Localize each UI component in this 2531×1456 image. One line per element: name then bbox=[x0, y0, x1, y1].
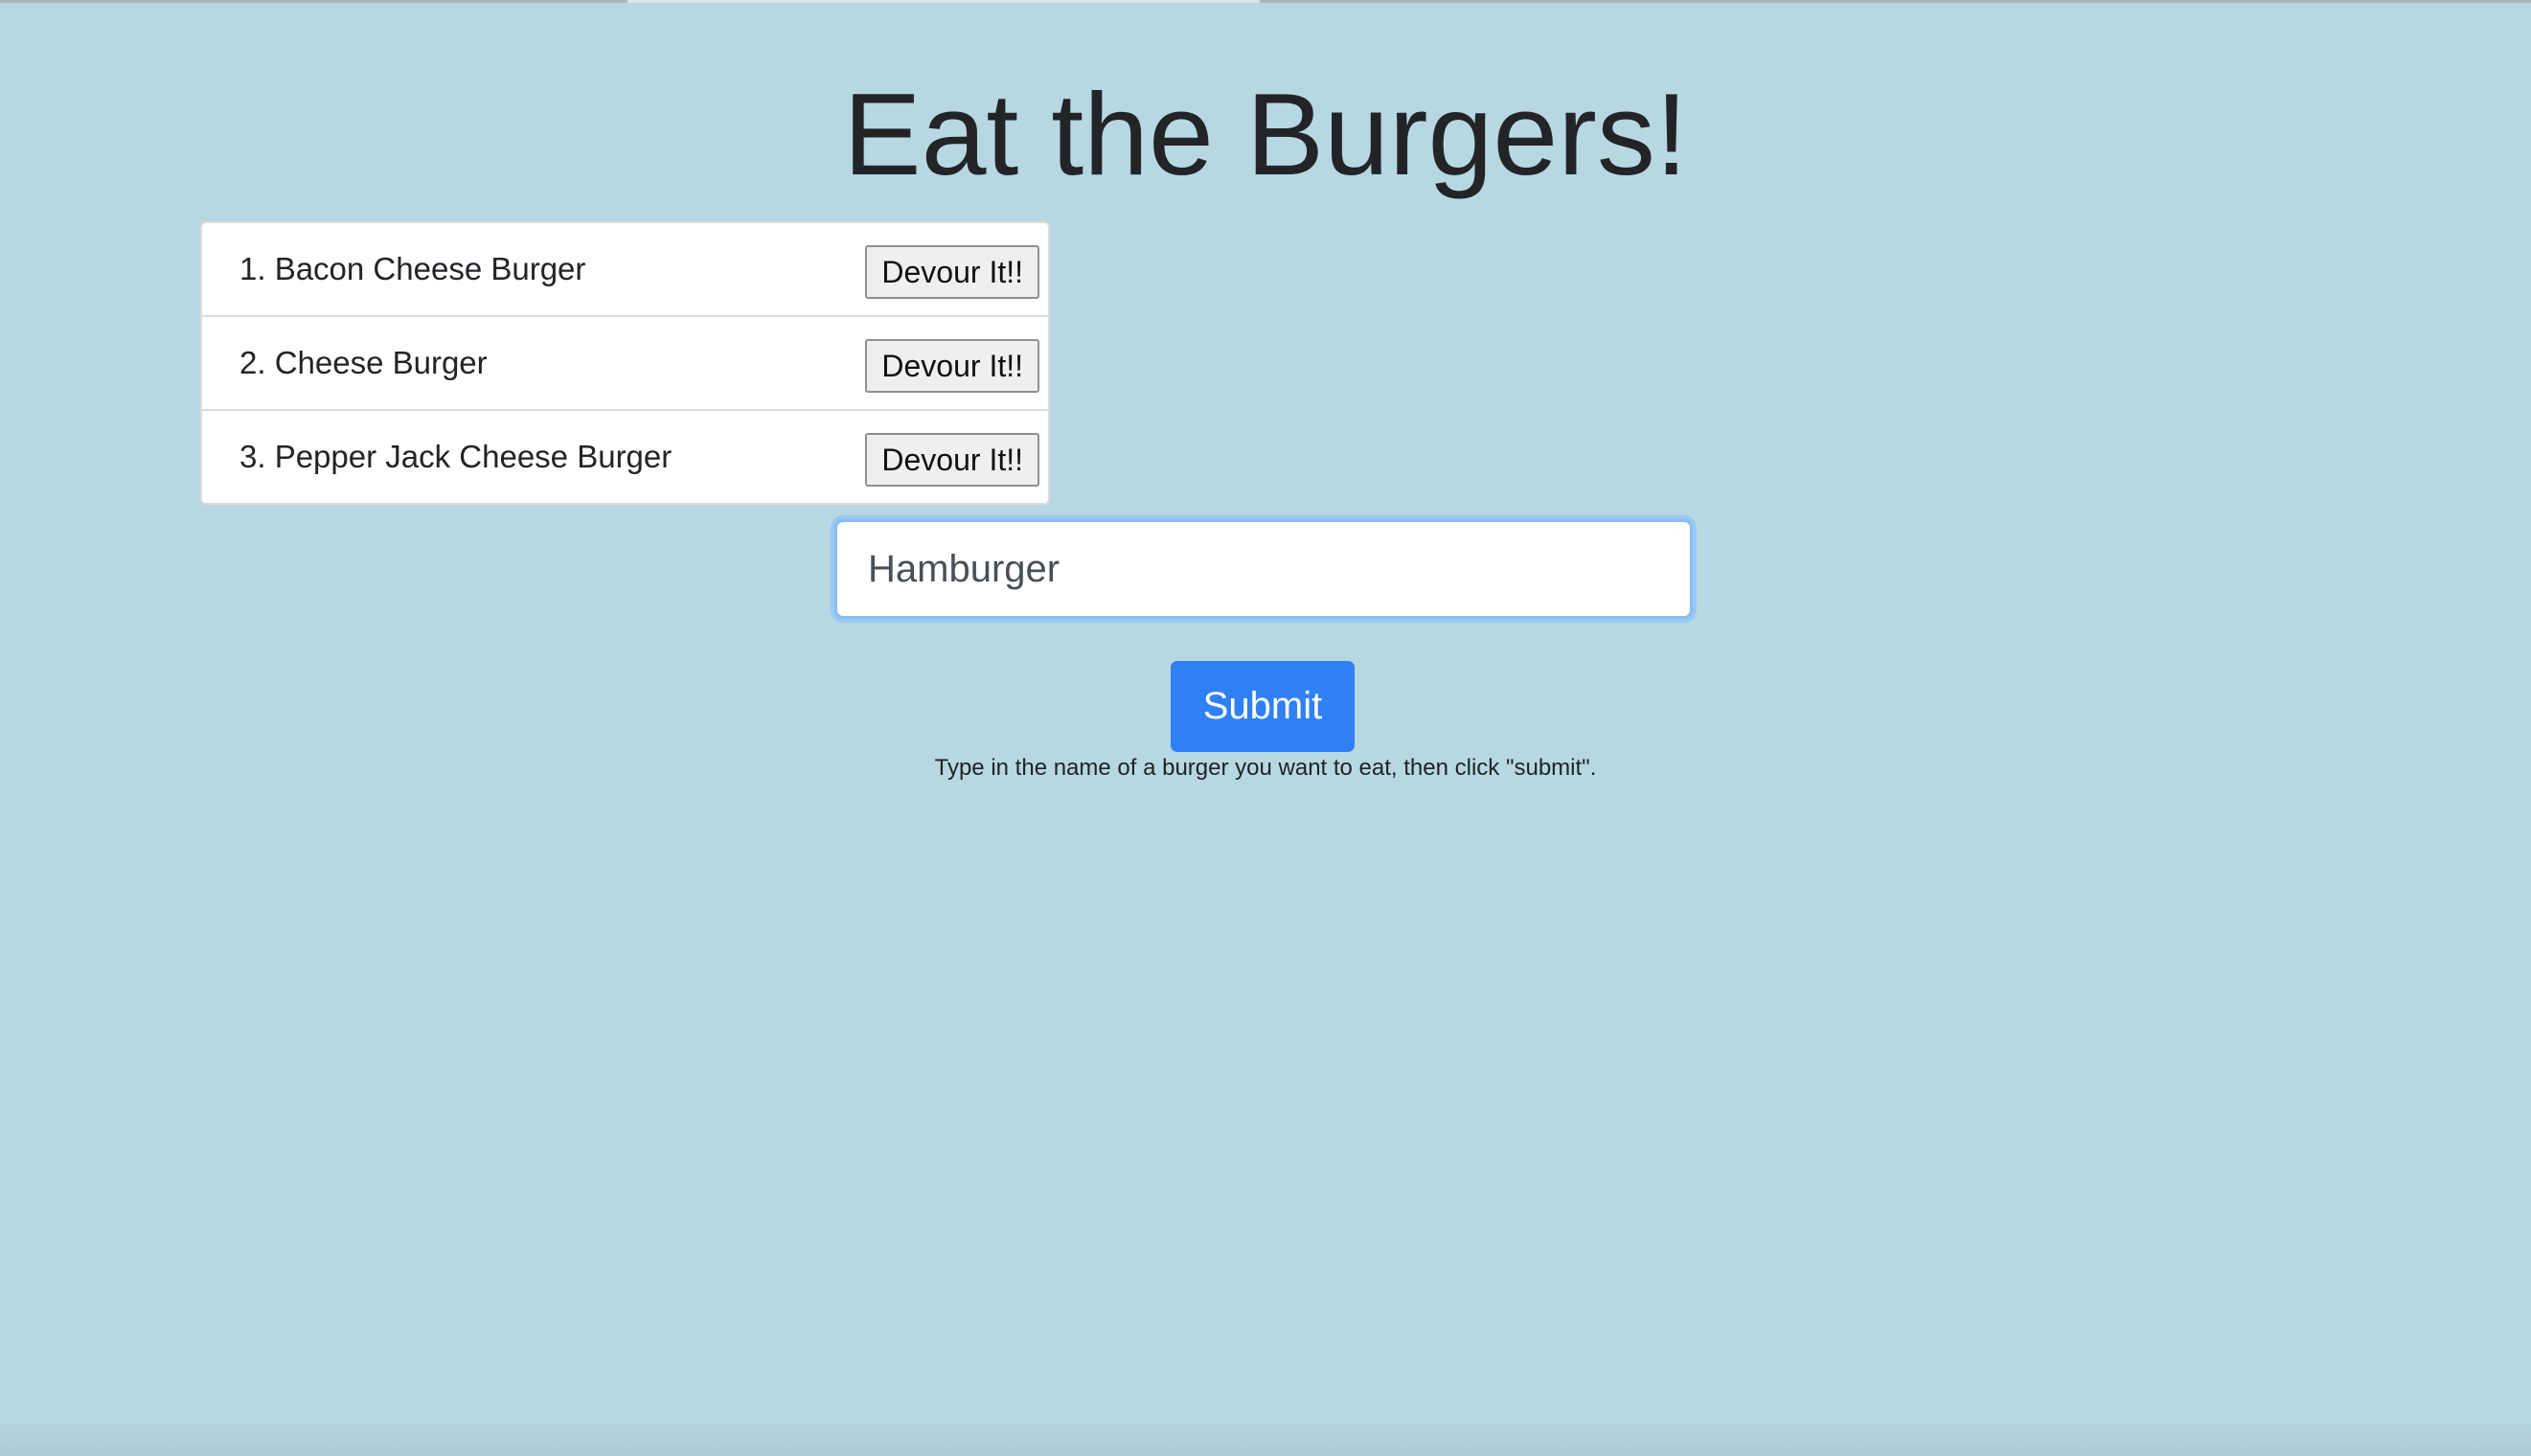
page-title: Eat the Burgers! bbox=[843, 69, 1688, 199]
devour-button[interactable]: Devour It!! bbox=[865, 433, 1039, 487]
burger-name: 1. Bacon Cheese Burger bbox=[239, 251, 586, 286]
instructions-text: Type in the name of a burger you want to… bbox=[934, 755, 1597, 781]
devour-button[interactable]: Devour It!! bbox=[865, 339, 1039, 393]
burger-name-input[interactable] bbox=[834, 519, 1693, 619]
browser-tab-highlight bbox=[627, 0, 1260, 3]
list-item: 2. Cheese Burger Devour It!! bbox=[202, 317, 1048, 411]
submit-button[interactable]: Submit bbox=[1171, 661, 1355, 752]
devour-button[interactable]: Devour It!! bbox=[865, 245, 1039, 299]
list-item: 1. Bacon Cheese Burger Devour It!! bbox=[202, 223, 1048, 317]
burger-name: 2. Cheese Burger bbox=[239, 345, 488, 380]
bottom-shade bbox=[0, 1418, 2531, 1456]
burger-name: 3. Pepper Jack Cheese Burger bbox=[239, 439, 673, 474]
burger-list: 1. Bacon Cheese Burger Devour It!! 2. Ch… bbox=[200, 221, 1050, 505]
list-item: 3. Pepper Jack Cheese Burger Devour It!! bbox=[202, 411, 1048, 503]
browser-top-bar bbox=[0, 0, 2531, 3]
